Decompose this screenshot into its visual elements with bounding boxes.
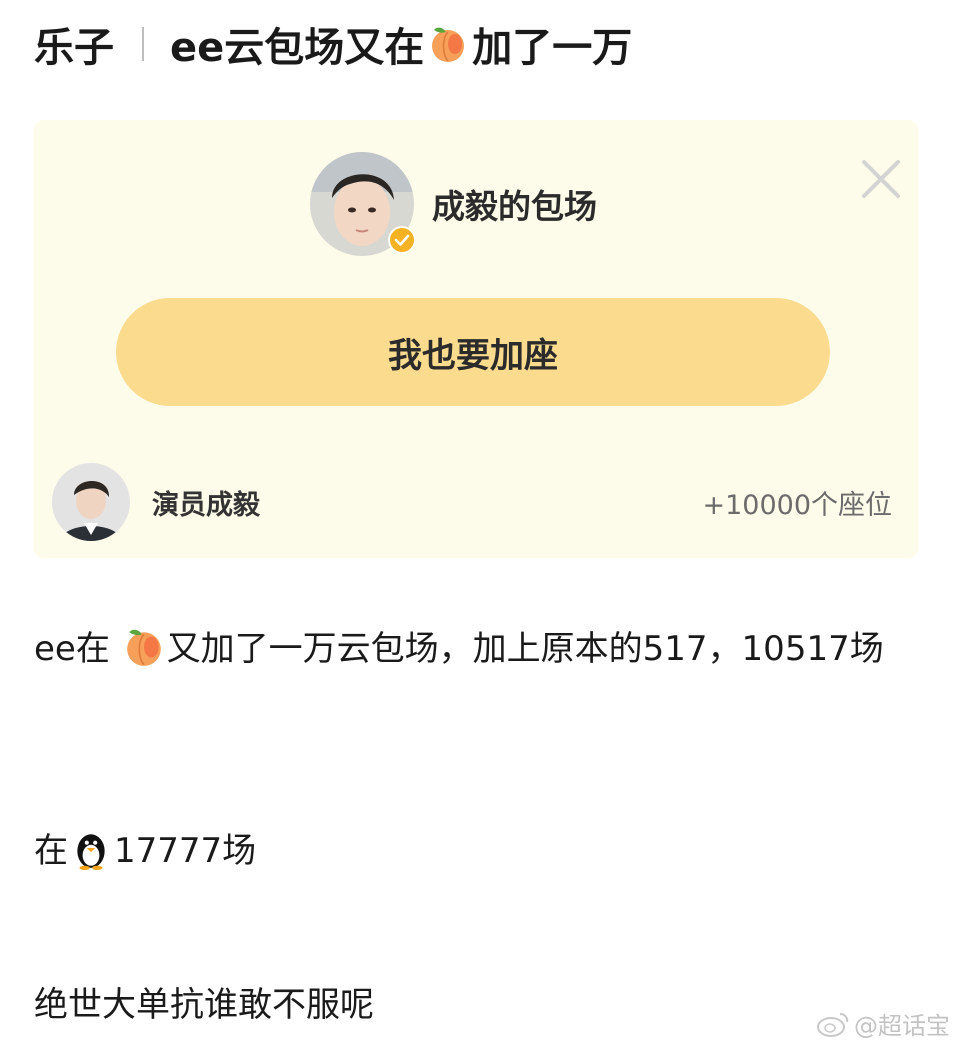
paragraph-2-end: 17777场 xyxy=(114,831,257,871)
title-prefix: 乐子 xyxy=(34,25,114,71)
watermark: @超话宝 xyxy=(816,1006,950,1041)
peach-emoji-icon xyxy=(126,629,161,666)
seats-count: +10000个座位 xyxy=(702,489,892,521)
close-icon[interactable] xyxy=(858,156,904,202)
paragraph-2-start: 在 xyxy=(34,831,68,871)
post-body-paragraph-3: 绝世大单抗谁敢不服呢 xyxy=(34,985,374,1025)
weibo-logo-icon xyxy=(817,1012,849,1037)
actor-row: 演员成毅 +10000个座位 xyxy=(52,462,892,542)
host-info: 成毅的包场 xyxy=(310,152,597,256)
post-title: 乐子 ee云包场又在 加了一万 xyxy=(34,14,632,74)
actor-name: 演员成毅 xyxy=(152,489,260,521)
host-name: 成毅的包场 xyxy=(432,187,597,226)
watermark-text: @超话宝 xyxy=(854,1012,950,1040)
join-seat-button[interactable]: 我也要加座 xyxy=(116,298,830,406)
title-text-end: 加了一万 xyxy=(472,25,633,71)
title-divider xyxy=(142,27,144,61)
peach-emoji-icon xyxy=(432,27,465,62)
post-body-paragraph-1: ee在 又加了一万云包场，加上原本的517，10517场 xyxy=(34,616,924,682)
penguin-emoji-icon xyxy=(77,834,105,870)
seat-booking-card: 成毅的包场 我也要加座 演员成毅 +10000个座位 xyxy=(34,120,918,558)
actor-avatar[interactable] xyxy=(52,463,130,541)
post-body-paragraph-2: 在 17777场 xyxy=(34,818,924,884)
verified-badge-icon xyxy=(388,226,416,254)
paragraph-1-start: ee在 xyxy=(34,629,110,669)
host-avatar[interactable] xyxy=(310,152,416,256)
paragraph-1-end: 又加了一万云包场，加上原本的517，10517场 xyxy=(166,629,884,669)
title-text-start: ee云包场又在 xyxy=(170,25,425,71)
